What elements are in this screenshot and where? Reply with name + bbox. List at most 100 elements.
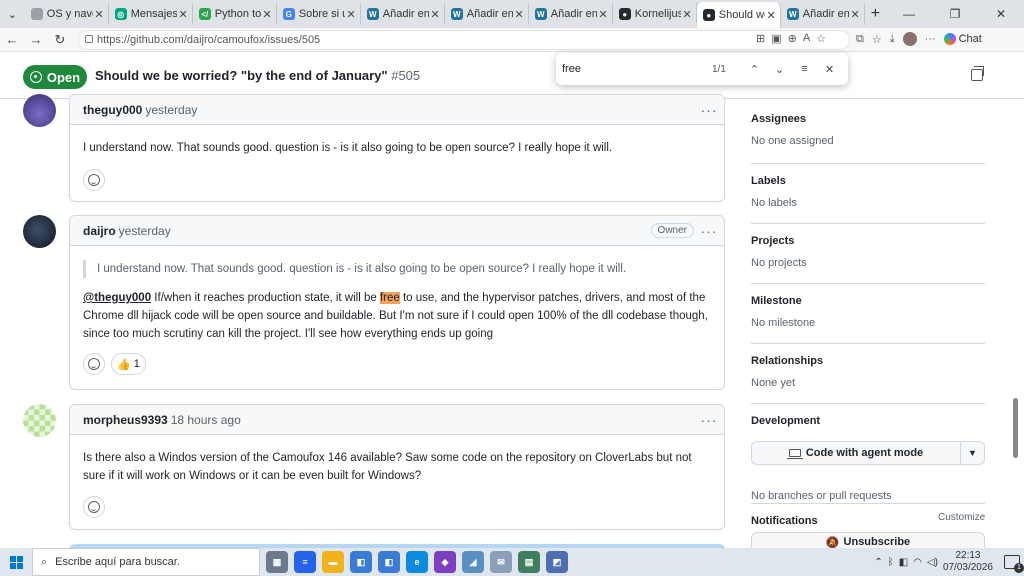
bluetooth-icon[interactable]: ᛒ [888, 557, 894, 568]
add-reaction-button[interactable] [83, 353, 105, 375]
sidebar-section-title[interactable]: Assignees [751, 113, 985, 125]
calculator-icon[interactable]: ▤ [518, 551, 540, 573]
comment-author[interactable]: daijro [83, 224, 116, 238]
add-reaction-button[interactable] [83, 496, 105, 518]
chevron-down-icon[interactable]: ▼ [960, 442, 984, 464]
comment-options-icon[interactable]: ··· [694, 223, 724, 239]
browser-tab[interactable]: WAñadir entrad✕ [781, 3, 865, 25]
new-tab-button[interactable]: + [865, 5, 886, 23]
find-input[interactable]: free [562, 63, 712, 75]
sidebar-section-title[interactable]: Development [751, 415, 985, 427]
tab-close-icon[interactable]: ✕ [347, 8, 356, 21]
customize-link[interactable]: Customize [938, 512, 985, 523]
thumbs-up-reaction[interactable]: 👍 1 [111, 353, 146, 375]
comment-timestamp[interactable]: yesterday [145, 103, 197, 117]
tab-close-icon[interactable]: ✕ [179, 8, 188, 21]
tab-close-icon[interactable]: ✕ [851, 8, 860, 21]
comment-author[interactable]: theguy000 [83, 103, 142, 117]
task-view-icon[interactable]: ▦ [266, 551, 288, 573]
browser-tab[interactable]: WAñadir entrad✕ [361, 3, 445, 25]
tab-close-icon[interactable]: ✕ [683, 8, 692, 21]
find-next-button[interactable]: ⌄ [767, 63, 792, 76]
tab-close-icon[interactable]: ✕ [95, 8, 104, 21]
comment-card: morpheus9393 18 hours ago ··· Is there a… [69, 404, 725, 530]
forward-button[interactable]: → [24, 32, 48, 47]
taskbar-clock[interactable]: 22:13 07/03/2026 [943, 550, 993, 574]
windows-taskbar: ⌕ Escribe aquí para buscar. ▦ ≡ ▬ ◧ ◧ e … [0, 548, 1024, 576]
copilot-icon [943, 33, 956, 45]
zoom-icon[interactable]: ⊕ [788, 32, 797, 45]
address-bar[interactable]: https://github.com/daijro/camoufox/issue… [78, 30, 850, 50]
apps-icon[interactable]: ⊞ [756, 32, 765, 45]
tab-close-icon[interactable]: ✕ [515, 8, 524, 21]
edge-icon[interactable]: e [406, 551, 428, 573]
network-icon[interactable]: ◠ [913, 557, 922, 568]
app-icon[interactable]: ✉ [490, 551, 512, 573]
comment-options-icon[interactable]: ··· [694, 412, 724, 428]
tab-close-icon[interactable]: ✕ [431, 8, 440, 21]
app-icon[interactable]: ◧ [350, 551, 372, 573]
browser-tab[interactable]: ●Kornelijus/cal✕ [613, 3, 697, 25]
sidebar-section-title[interactable]: Labels [751, 175, 985, 187]
issue-status-label: Open [46, 69, 81, 85]
sidebar-section-title[interactable]: Projects [751, 235, 985, 247]
sidebar-section-title[interactable]: Milestone [751, 295, 985, 307]
browser-tab[interactable]: GSobre si un si✕ [277, 3, 361, 25]
comment-header: morpheus9393 18 hours ago ··· [70, 405, 724, 435]
copilot-chat-button[interactable]: Chat [943, 33, 982, 45]
tray-app-icon[interactable]: ◧ [899, 557, 908, 568]
app-icon[interactable]: ◢ [462, 551, 484, 573]
close-window-button[interactable]: ✕ [978, 7, 1024, 21]
avatar[interactable] [23, 94, 56, 127]
read-aloud-icon[interactable]: A [803, 32, 810, 45]
tray-overflow-icon[interactable]: ⌃ [874, 557, 882, 568]
copy-icon[interactable] [971, 66, 984, 81]
comment-timestamp[interactable]: yesterday [119, 224, 171, 238]
tab-close-icon[interactable]: ✕ [599, 8, 608, 21]
browser-tab[interactable]: </Python to VB✕ [193, 3, 277, 25]
find-previous-button[interactable]: ⌃ [742, 63, 767, 76]
user-mention-link[interactable]: @theguy000 [83, 292, 151, 304]
maximize-button[interactable]: ❐ [932, 7, 978, 21]
app-icon[interactable]: ≡ [294, 551, 316, 573]
taskbar-search[interactable]: ⌕ Escribe aquí para buscar. [32, 548, 260, 576]
tab-close-icon[interactable]: ✕ [263, 8, 272, 21]
extensions-icon[interactable]: ⧉ [856, 33, 864, 46]
back-button[interactable]: ← [0, 32, 24, 47]
browser-tab[interactable]: ◎Mensajes | W✕ [109, 3, 193, 25]
profile-avatar[interactable] [902, 32, 917, 46]
tab-actions-menu[interactable]: ⌄ [0, 0, 25, 28]
smiley-icon [88, 358, 100, 370]
favorites-icon[interactable]: ☆ [872, 33, 882, 46]
sidebar-section-title[interactable]: Relationships [751, 355, 985, 367]
start-button[interactable] [0, 548, 32, 576]
file-explorer-icon[interactable]: ▬ [322, 551, 344, 573]
volume-icon[interactable]: ◁) [927, 557, 938, 568]
minimize-button[interactable]: — [886, 7, 932, 21]
favorite-star-icon[interactable]: ☆ [816, 32, 826, 45]
notification-center-icon[interactable]: 1 [1004, 555, 1024, 573]
find-close-button[interactable]: ✕ [817, 63, 842, 76]
comment-author[interactable]: morpheus9393 [83, 413, 168, 427]
avatar[interactable] [23, 404, 56, 437]
avatar[interactable] [23, 215, 56, 248]
add-reaction-button[interactable] [83, 169, 105, 191]
visual-studio-icon[interactable]: ◆ [434, 551, 456, 573]
split-screen-icon[interactable]: ▣ [771, 32, 781, 45]
downloads-icon[interactable]: ⤓ [890, 33, 895, 46]
browser-tab[interactable]: OS y navegad✕ [25, 3, 109, 25]
app-icon[interactable]: ◧ [378, 551, 400, 573]
more-menu-icon[interactable]: ··· [925, 33, 936, 45]
comment-options-icon[interactable]: ··· [694, 102, 724, 118]
browser-tab[interactable]: ●Should we be✕ [696, 2, 781, 28]
tab-close-icon[interactable]: ✕ [767, 9, 776, 22]
browser-tab[interactable]: WAñadir entrad✕ [445, 3, 529, 25]
code-with-agent-button[interactable]: Code with agent mode ▼ [751, 441, 985, 465]
agent-button-label: Code with agent mode [805, 447, 924, 459]
page-scrollbar[interactable] [1013, 398, 1018, 458]
comment-timestamp[interactable]: 18 hours ago [171, 413, 241, 427]
reload-button[interactable]: ↻ [48, 32, 72, 48]
app-icon[interactable]: ◩ [546, 551, 568, 573]
find-options-icon[interactable]: ≡ [792, 63, 817, 75]
browser-tab[interactable]: WAñadir entrad✕ [529, 3, 613, 25]
